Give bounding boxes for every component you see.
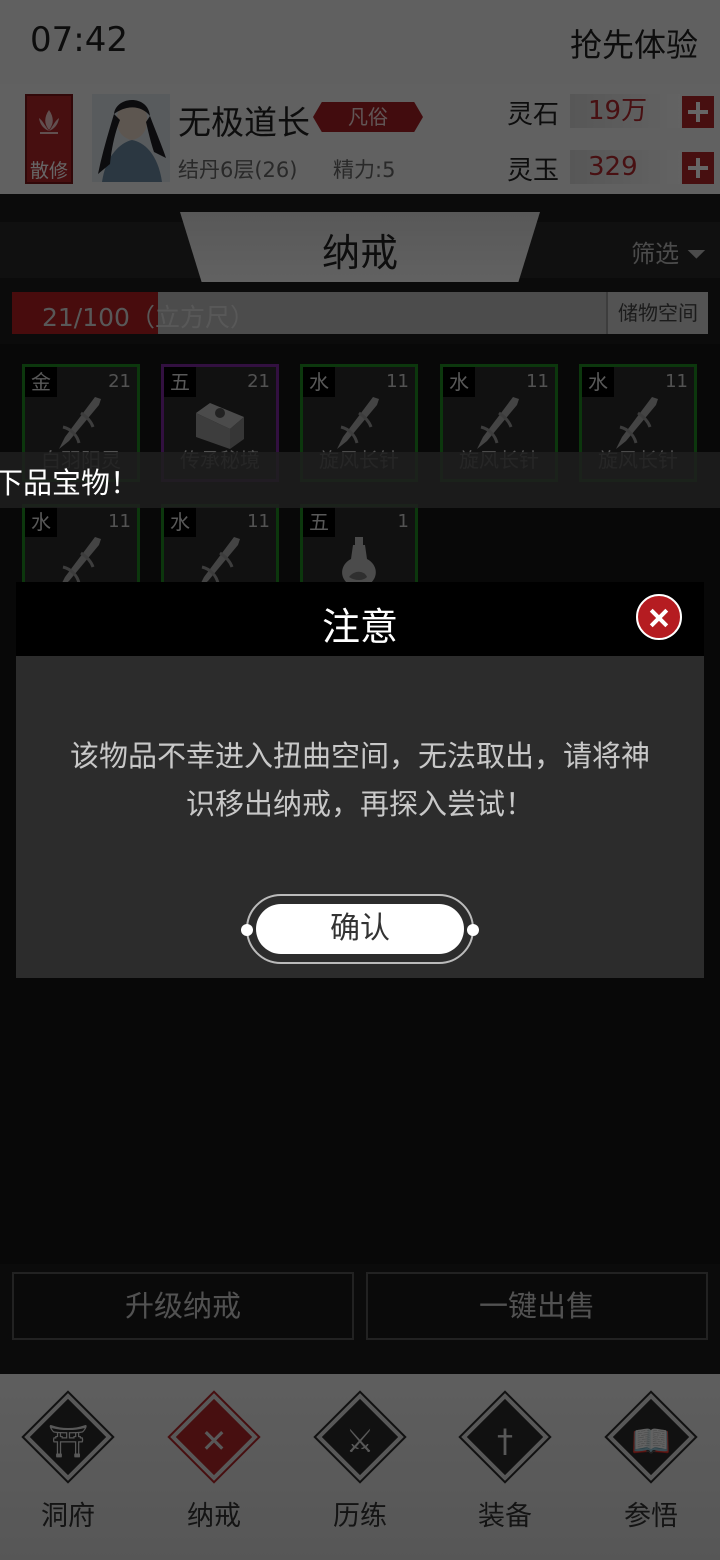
decor-dot xyxy=(467,924,479,936)
dialog-header: 注意 xyxy=(16,582,704,656)
nav-item-insight[interactable]: 📖 参悟 xyxy=(596,1390,706,1544)
dialog-title: 注意 xyxy=(321,605,398,649)
nav-item-training[interactable]: ⚔ 历练 xyxy=(305,1390,415,1544)
crossed-swords-icon: ⚔ xyxy=(345,1422,375,1460)
rank-badge: 凡俗 xyxy=(313,102,423,132)
clock: 07:42 xyxy=(30,20,128,60)
cave-gate-icon: ⛩ xyxy=(47,1422,89,1460)
scrolling-notice: 下品宝物！ xyxy=(0,452,720,508)
notice-text: 下品宝物！ xyxy=(0,466,140,500)
energy-value: 精力:5 xyxy=(333,158,396,182)
panel-title: 纳戒 xyxy=(321,231,398,275)
spirit-stone-label: 灵石 xyxy=(507,100,560,130)
nav-label: 历练 xyxy=(333,1501,387,1532)
item-level: 11 xyxy=(386,371,409,392)
bottom-nav: ⛩ 洞府 ✕ 纳戒 ⚔ 历练 † 装备 📖 参悟 xyxy=(0,1374,720,1560)
nav-label: 洞府 xyxy=(41,1501,95,1532)
open-book-icon: 📖 xyxy=(631,1422,671,1460)
item-level: 21 xyxy=(108,371,131,392)
nav-label: 装备 xyxy=(478,1501,532,1532)
alert-dialog: 注意 该物品不幸进入扭曲空间，无法取出，请将神识移出纳戒，再探入尝试！ 确认 xyxy=(16,582,704,978)
capacity-text: 21/100（立方尺） xyxy=(42,303,255,332)
spirit-jade-value: 329 xyxy=(570,150,680,184)
lotus-icon xyxy=(39,110,59,134)
upgrade-ring-button[interactable]: 升级纳戒 xyxy=(12,1272,354,1340)
nav-label: 纳戒 xyxy=(187,1501,241,1532)
capacity-bar: 21/100（立方尺） 储物空间 xyxy=(12,292,708,334)
filter-button[interactable]: 筛选 ⏷ xyxy=(631,234,706,269)
panel-title-tab: 纳戒 xyxy=(180,212,540,282)
player-header: 散修 无极道长 凡俗 结丹6层(26) 精力:5 灵石 19万 灵玉 329 xyxy=(0,84,720,194)
player-name: 无极道长 xyxy=(178,103,310,142)
item-level: 11 xyxy=(526,371,549,392)
cultivation-realm: 结丹6层(26) xyxy=(178,158,298,182)
nav-item-cave[interactable]: ⛩ 洞府 xyxy=(13,1390,123,1544)
close-icon[interactable] xyxy=(636,594,682,640)
status-bar: 07:42 抢先体验 xyxy=(0,0,720,84)
add-spirit-stone-button[interactable] xyxy=(682,96,714,128)
storage-space-button[interactable]: 储物空间 xyxy=(606,292,708,334)
spirit-jade-label: 灵玉 xyxy=(507,156,560,186)
nav-item-ring[interactable]: ✕ 纳戒 xyxy=(159,1390,269,1544)
nav-item-equipment[interactable]: † 装备 xyxy=(450,1390,560,1544)
funnel-icon: ⏷ xyxy=(686,240,706,268)
sell-all-button[interactable]: 一键出售 xyxy=(366,1272,708,1340)
decor-dot xyxy=(241,924,253,936)
character-portrait xyxy=(92,94,170,182)
spirit-stone-value: 19万 xyxy=(570,94,680,128)
dialog-message: 该物品不幸进入扭曲空间，无法取出，请将神识移出纳戒，再探入尝试！ xyxy=(69,739,650,821)
add-spirit-jade-button[interactable] xyxy=(682,152,714,184)
nav-label: 参悟 xyxy=(624,1501,678,1532)
early-access-button[interactable]: 抢先体验 xyxy=(570,20,698,66)
ring-storage-icon: ✕ xyxy=(200,1422,228,1460)
item-level: 1 xyxy=(397,511,409,532)
dagger-icon: † xyxy=(497,1422,513,1460)
sect-badge[interactable]: 散修 xyxy=(25,94,73,184)
filter-label: 筛选 xyxy=(631,240,680,268)
sect-label: 散修 xyxy=(29,160,68,182)
item-level: 11 xyxy=(247,511,270,532)
confirm-button-frame: 确认 xyxy=(241,894,479,964)
item-level: 21 xyxy=(247,371,270,392)
confirm-button[interactable]: 确认 xyxy=(256,904,464,954)
item-level: 11 xyxy=(108,511,131,532)
avatar[interactable] xyxy=(92,94,170,182)
item-level: 11 xyxy=(665,371,688,392)
